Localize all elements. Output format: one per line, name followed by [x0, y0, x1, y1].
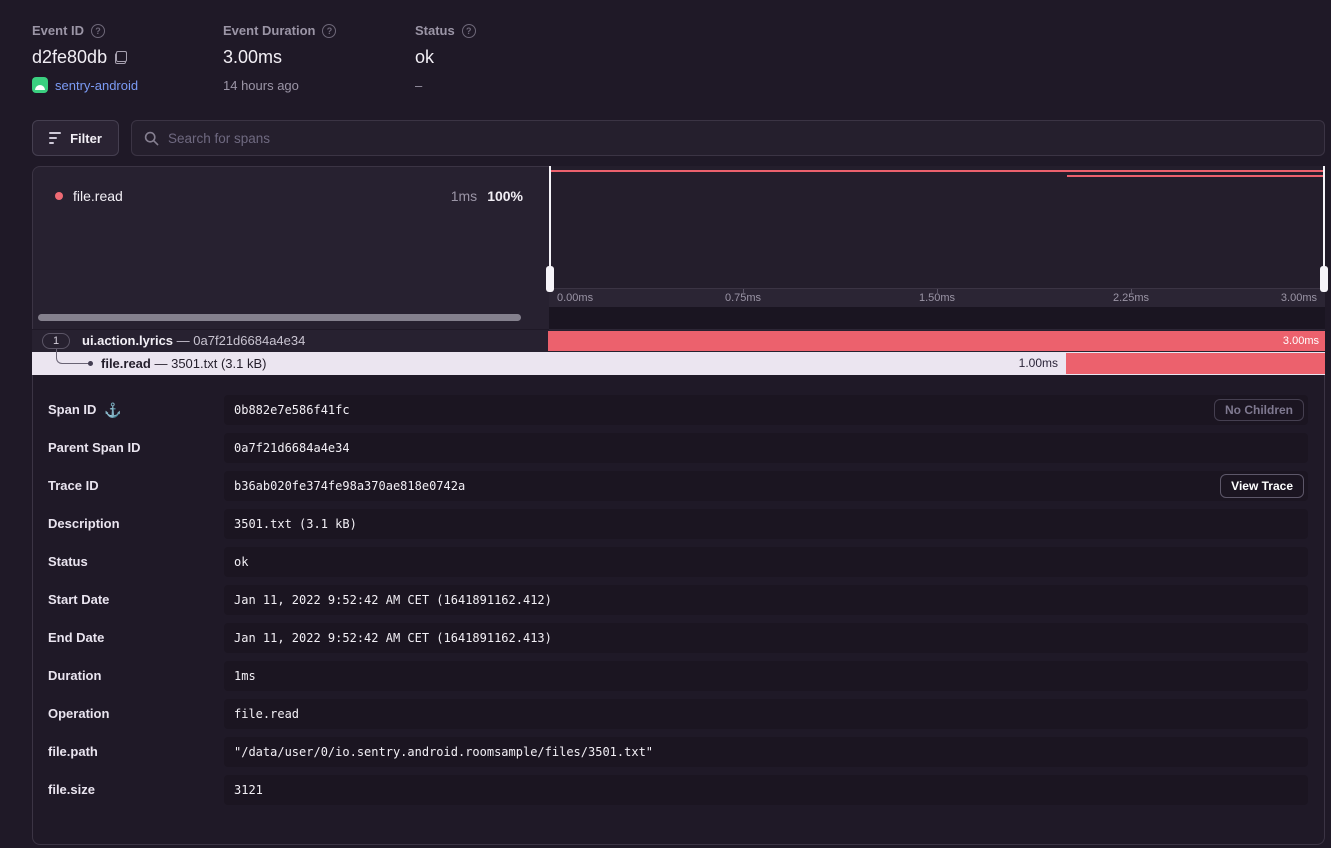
view-trace-button[interactable]: View Trace	[1220, 474, 1304, 498]
detail-value-cell: Jan 11, 2022 9:52:42 AM CET (1641891162.…	[224, 585, 1308, 615]
status-value: ok	[415, 47, 434, 68]
detail-row-start-date: Start Date Jan 11, 2022 9:52:42 AM CET (…	[33, 585, 1308, 615]
detail-label: Start Date	[48, 585, 109, 615]
operation-duration: 1ms	[451, 188, 477, 204]
viewport-left-handle[interactable]	[546, 266, 554, 292]
detail-value-cell: b36ab020fe374fe98a370ae818e0742a View Tr…	[224, 471, 1308, 501]
detail-value-cell: 0b882e7e586f41fc No Children	[224, 395, 1308, 425]
span-duration-bar[interactable]: 3.00ms	[548, 331, 1325, 351]
detail-row-end-date: End Date Jan 11, 2022 9:52:42 AM CET (16…	[33, 623, 1308, 653]
viewport-right-handle[interactable]	[1320, 266, 1328, 292]
detail-label: Span ID	[48, 395, 96, 425]
search-input[interactable]	[168, 131, 1312, 146]
filter-icon	[49, 132, 61, 144]
span-detail-page: Event ID ? d2fe80db sentry-android Event…	[0, 0, 1331, 848]
detail-label: Operation	[48, 699, 109, 729]
detail-row-parent-span-id: Parent Span ID 0a7f21d6684a4e34	[33, 433, 1308, 463]
horizontal-scrollbar[interactable]	[38, 314, 521, 321]
span-row-label: ui.action.lyrics — 0a7f21d6684a4e34	[82, 330, 305, 352]
operations-breakdown-panel: file.read 1ms 100%	[32, 166, 549, 329]
copy-icon[interactable]	[115, 51, 127, 64]
detail-label: Parent Span ID	[48, 433, 140, 463]
event-duration-column: Event Duration ? 3.00ms 14 hours ago	[223, 23, 336, 93]
detail-row-trace-id: Trace ID b36ab020fe374fe98a370ae818e0742…	[33, 471, 1308, 501]
detail-row-duration: Duration 1ms	[33, 661, 1308, 691]
detail-label: file.size	[48, 775, 95, 805]
detail-row-file-path: file.path "/data/user/0/io.sentry.androi…	[33, 737, 1308, 767]
detail-label: file.path	[48, 737, 98, 767]
detail-row-status: Status ok	[33, 547, 1308, 577]
event-id-label: Event ID	[32, 23, 84, 38]
status-label: Status	[415, 23, 455, 38]
help-icon[interactable]: ?	[322, 24, 336, 38]
axis-sub-strip	[549, 307, 1325, 330]
search-icon	[144, 131, 159, 146]
detail-value-cell: Jan 11, 2022 9:52:42 AM CET (1641891162.…	[224, 623, 1308, 653]
operation-name: file.read	[73, 188, 123, 204]
minimap-span-line-root	[550, 170, 1324, 172]
event-id-value: d2fe80db	[32, 47, 107, 68]
event-duration-label: Event Duration	[223, 23, 315, 38]
help-icon[interactable]: ?	[462, 24, 476, 38]
span-duration-bar[interactable]	[1066, 353, 1325, 374]
anchor-icon[interactable]: ⚓	[104, 395, 121, 425]
span-detail-panel: Span ID ⚓ 0b882e7e586f41fc No Children P…	[32, 375, 1325, 845]
span-duration-label: 1.00ms	[1019, 352, 1058, 375]
detail-row-operation: Operation file.read	[33, 699, 1308, 729]
event-duration-value: 3.00ms	[223, 47, 282, 68]
axis-tick-label: 0.00ms	[557, 292, 593, 304]
axis-tick-label: 1.50ms	[919, 292, 955, 304]
filter-button-label: Filter	[70, 131, 102, 146]
tree-connector	[56, 349, 90, 364]
children-count-badge[interactable]: 1	[42, 333, 70, 349]
detail-label: Description	[48, 509, 120, 539]
span-row-label: file.read — 3501.txt (3.1 kB)	[101, 352, 266, 375]
detail-label: Duration	[48, 661, 101, 691]
event-id-column: Event ID ? d2fe80db sentry-android	[32, 23, 138, 93]
span-search-bar	[131, 120, 1325, 156]
axis-tick-label: 2.25ms	[1113, 292, 1149, 304]
span-row-root[interactable]: 1 ui.action.lyrics — 0a7f21d6684a4e34 3.…	[32, 330, 1325, 352]
project-link[interactable]: sentry-android	[55, 78, 138, 93]
detail-value-cell: file.read	[224, 699, 1308, 729]
event-id-label-row: Event ID ?	[32, 23, 138, 38]
detail-label: Trace ID	[48, 471, 99, 501]
detail-label: Status	[48, 547, 88, 577]
help-icon[interactable]: ?	[91, 24, 105, 38]
axis-tick-label: 0.75ms	[725, 292, 761, 304]
no-children-badge: No Children	[1214, 399, 1304, 421]
operation-percent: 100%	[487, 188, 523, 204]
status-sub: –	[415, 78, 476, 93]
detail-row-file-size: file.size 3121	[33, 775, 1308, 805]
detail-value-cell: ok	[224, 547, 1308, 577]
operation-color-dot	[55, 192, 63, 200]
detail-row-span-id: Span ID ⚓ 0b882e7e586f41fc No Children	[33, 395, 1308, 425]
detail-value-cell: "/data/user/0/io.sentry.android.roomsamp…	[224, 737, 1308, 767]
minimap-span-line-child	[1067, 175, 1324, 177]
tree-connector-dot	[88, 361, 93, 366]
trace-minimap[interactable]	[549, 166, 1325, 288]
detail-row-description: Description 3501.txt (3.1 kB)	[33, 509, 1308, 539]
span-duration-label: 3.00ms	[1283, 335, 1319, 347]
detail-label: End Date	[48, 623, 104, 653]
time-axis: 0.00ms 0.75ms 1.50ms 2.25ms 3.00ms	[549, 288, 1325, 307]
detail-value-cell: 3501.txt (3.1 kB)	[224, 509, 1308, 539]
detail-value-cell: 3121	[224, 775, 1308, 805]
android-platform-icon	[32, 77, 48, 93]
filter-button[interactable]: Filter	[32, 120, 119, 156]
event-time-ago: 14 hours ago	[223, 78, 336, 93]
detail-value-cell: 1ms	[224, 661, 1308, 691]
operation-legend-row: file.read 1ms 100%	[33, 185, 549, 207]
axis-tick-label: 3.00ms	[1281, 292, 1317, 304]
span-row-selected[interactable]: file.read — 3501.txt (3.1 kB) 1.00ms	[32, 352, 1325, 375]
detail-value-cell: 0a7f21d6684a4e34	[224, 433, 1308, 463]
status-column: Status ? ok –	[415, 23, 476, 93]
